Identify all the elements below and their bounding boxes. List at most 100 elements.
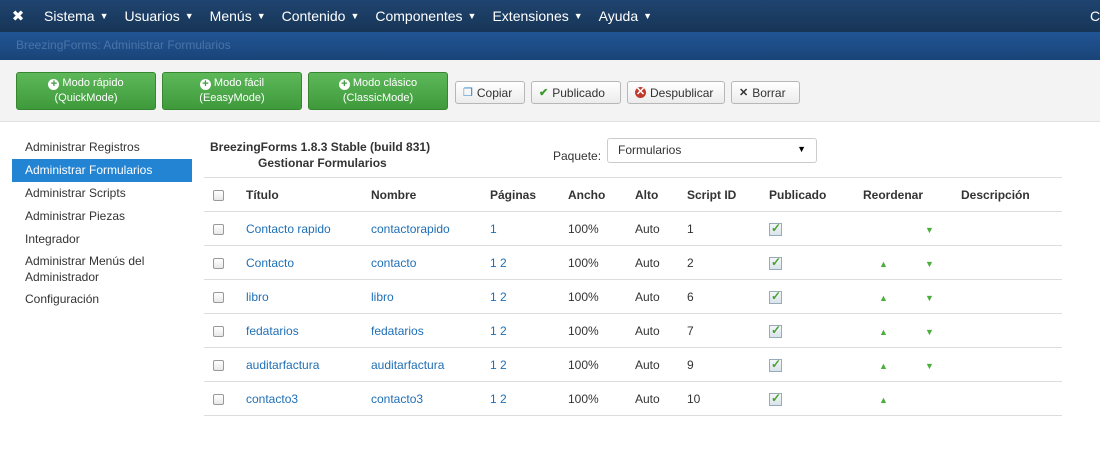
form-name-link[interactable]: contacto3 xyxy=(371,392,423,406)
sidebar-item-menus-administrador[interactable]: Administrar Menús del Administrador xyxy=(12,251,192,288)
published-check-icon[interactable] xyxy=(769,357,782,372)
move-up-icon[interactable]: ▲ xyxy=(879,327,925,337)
topbar-right-text[interactable]: C xyxy=(1090,0,1100,32)
delete-button[interactable]: ✕ Borrar xyxy=(731,81,800,104)
row-checkbox[interactable] xyxy=(213,359,224,371)
form-title-link[interactable]: fedatarios xyxy=(246,324,299,338)
published-check-icon[interactable] xyxy=(769,323,782,338)
form-pages-links[interactable]: 1 2 xyxy=(490,392,507,406)
published-check-icon[interactable] xyxy=(769,221,782,236)
row-checkbox[interactable] xyxy=(213,393,224,405)
button-label: Publicado xyxy=(552,85,605,100)
menu-contenido[interactable]: Contenido ▼ xyxy=(274,0,368,32)
caret-down-icon: ▼ xyxy=(643,11,653,21)
sidebar-item-piezas[interactable]: Administrar Piezas xyxy=(12,205,192,228)
published-check-icon[interactable] xyxy=(769,289,782,304)
move-down-icon[interactable]: ▼ xyxy=(925,327,934,337)
page-title-bar: BreezingForms: Administrar Formularios xyxy=(0,32,1100,60)
button-label: Despublicar xyxy=(650,85,714,100)
form-name-link[interactable]: fedatarios xyxy=(371,324,424,338)
form-pages-links[interactable]: 1 2 xyxy=(490,324,507,338)
form-description xyxy=(961,313,1062,348)
form-pages-links[interactable]: 1 xyxy=(490,222,497,236)
form-title-link[interactable]: Contacto rapido xyxy=(246,222,331,236)
sidebar-item-scripts[interactable]: Administrar Scripts xyxy=(12,182,192,205)
form-width: 100% xyxy=(568,211,635,246)
page-subtitle: Gestionar Formularios xyxy=(258,156,387,170)
version-heading: BreezingForms 1.8.3 Stable (build 831) xyxy=(210,140,431,154)
plus-circle-icon: + xyxy=(48,79,60,90)
form-title-link[interactable]: Contacto xyxy=(246,256,294,270)
row-checkbox[interactable] xyxy=(213,291,224,303)
move-up-icon[interactable]: ▲ xyxy=(879,395,925,405)
col-ancho: Ancho xyxy=(568,177,635,212)
unpublish-button[interactable]: ✕ Despublicar xyxy=(627,81,725,104)
sidebar-item-integrador[interactable]: Integrador xyxy=(12,228,192,251)
sidebar-item-formularios[interactable]: Administrar Formularios xyxy=(12,159,192,182)
copy-button[interactable]: ❐ Copiar xyxy=(455,81,525,104)
form-title-link[interactable]: contacto3 xyxy=(246,392,298,406)
form-script-id: 7 xyxy=(687,313,769,348)
caret-down-icon: ▼ xyxy=(573,11,583,21)
move-up-icon[interactable]: ▲ xyxy=(879,361,925,371)
menu-usuarios[interactable]: Usuarios ▼ xyxy=(117,0,202,32)
table-row: Contacto contacto 1 2 100%Auto2 ▲▼ xyxy=(204,245,1062,280)
table-row: libro libro 1 2 100%Auto6 ▲▼ xyxy=(204,279,1062,314)
form-width: 100% xyxy=(568,381,635,416)
sidebar-item-registros[interactable]: Administrar Registros xyxy=(12,136,192,159)
forms-table: Título Nombre Páginas Ancho Alto Script … xyxy=(204,177,1062,416)
form-name-link[interactable]: contactorapido xyxy=(371,222,450,236)
row-checkbox[interactable] xyxy=(213,325,224,337)
sidebar-item-configuracion[interactable]: Configuración xyxy=(12,288,192,311)
form-title-link[interactable]: auditarfactura xyxy=(246,358,319,372)
package-select[interactable]: Formularios ▼ xyxy=(607,138,817,163)
package-label: Paquete: xyxy=(553,149,602,163)
form-name-link[interactable]: auditarfactura xyxy=(371,358,444,372)
caret-down-icon: ▼ xyxy=(467,11,477,21)
published-check-icon[interactable] xyxy=(769,391,782,406)
joomla-logo-icon[interactable]: ✖ xyxy=(0,0,36,32)
menu-sistema[interactable]: Sistema ▼ xyxy=(36,0,117,32)
button-sublabel: (ClassicMode) xyxy=(342,92,414,104)
table-row: fedatarios fedatarios 1 2 100%Auto7 ▲▼ xyxy=(204,313,1062,348)
button-label: Borrar xyxy=(752,85,786,100)
col-nombre[interactable]: Nombre xyxy=(371,177,490,212)
form-title-link[interactable]: libro xyxy=(246,290,269,304)
form-height: Auto xyxy=(635,347,687,382)
form-pages-links[interactable]: 1 2 xyxy=(490,256,507,270)
classicmode-button[interactable]: + Modo clásico (ClassicMode) xyxy=(308,72,448,110)
select-all-checkbox[interactable] xyxy=(213,189,224,201)
move-down-icon[interactable]: ▼ xyxy=(925,293,934,303)
easymode-button[interactable]: + Modo fácil (EeasyMode) xyxy=(162,72,302,110)
copy-icon: ❐ xyxy=(463,87,473,99)
published-check-icon[interactable] xyxy=(769,255,782,270)
move-up-icon[interactable]: ▲ xyxy=(879,293,925,303)
package-selected-value: Formularios xyxy=(618,143,682,157)
menu-menus[interactable]: Menús ▼ xyxy=(202,0,274,32)
form-pages-links[interactable]: 1 2 xyxy=(490,358,507,372)
menu-extensiones[interactable]: Extensiones ▼ xyxy=(484,0,590,32)
publish-button[interactable]: ✔ Publicado xyxy=(531,81,621,104)
remove-circle-icon: ✕ xyxy=(635,86,646,98)
move-down-icon[interactable]: ▼ xyxy=(925,361,934,371)
form-pages-links[interactable]: 1 2 xyxy=(490,290,507,304)
caret-down-icon: ▼ xyxy=(797,144,806,154)
form-description xyxy=(961,347,1062,382)
form-script-id: 2 xyxy=(687,245,769,280)
toolbar: + Modo rápido (QuickMode) + Modo fácil (Ee… xyxy=(0,60,1100,122)
move-down-icon[interactable]: ▼ xyxy=(925,259,934,269)
row-checkbox[interactable] xyxy=(213,223,224,235)
form-script-id: 10 xyxy=(687,381,769,416)
col-titulo[interactable]: Título xyxy=(246,177,371,212)
form-height: Auto xyxy=(635,313,687,348)
form-name-link[interactable]: libro xyxy=(371,290,394,304)
menu-ayuda[interactable]: Ayuda ▼ xyxy=(591,0,660,32)
table-row: contacto3 contacto3 1 2 100%Auto10 ▲ xyxy=(204,381,1062,416)
menu-label: Componentes xyxy=(375,8,463,24)
menu-componentes[interactable]: Componentes ▼ xyxy=(367,0,484,32)
move-up-icon[interactable]: ▲ xyxy=(879,259,925,269)
row-checkbox[interactable] xyxy=(213,257,224,269)
move-down-icon[interactable]: ▼ xyxy=(925,225,934,235)
quickmode-button[interactable]: + Modo rápido (QuickMode) xyxy=(16,72,156,110)
form-name-link[interactable]: contacto xyxy=(371,256,416,270)
